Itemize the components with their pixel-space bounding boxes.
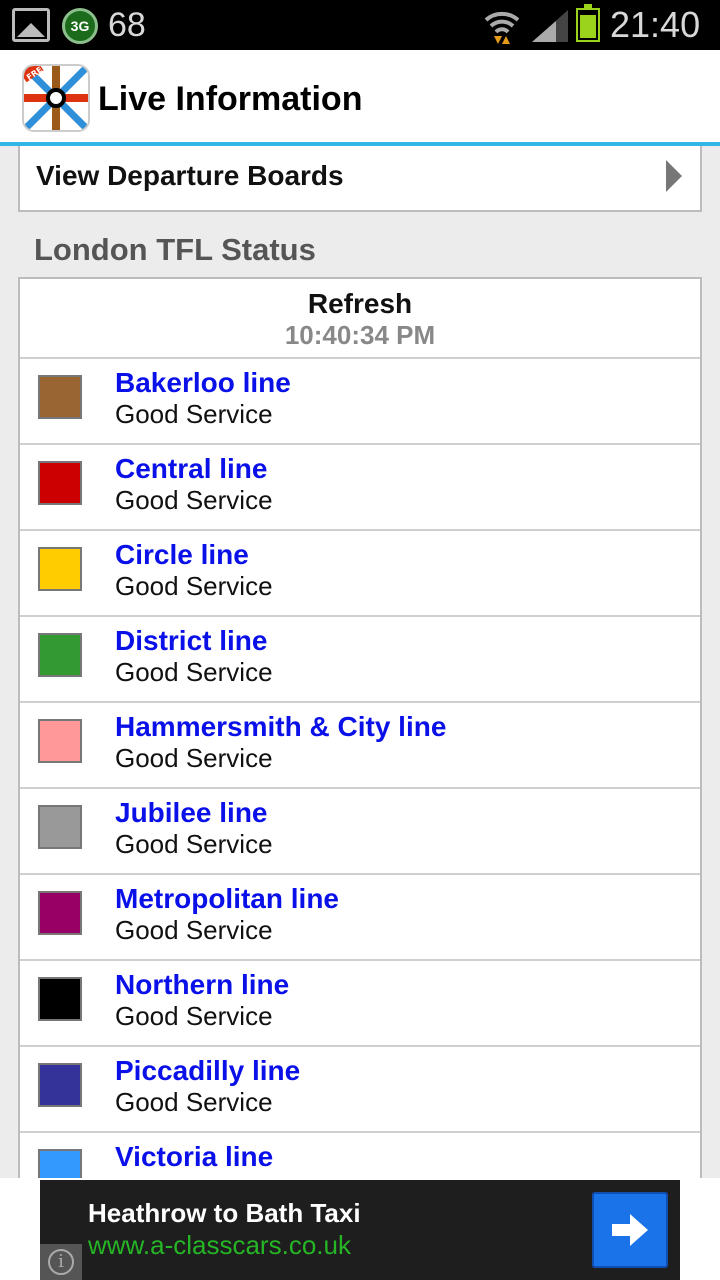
section-heading: London TFL Status <box>34 232 316 267</box>
departure-boards-button[interactable]: View Departure Boards <box>18 146 702 212</box>
line-color-swatch <box>38 547 82 591</box>
line-color-swatch <box>38 1063 82 1107</box>
picture-icon <box>12 8 50 42</box>
line-name-link[interactable]: Central line <box>115 453 267 485</box>
line-status: Good Service <box>115 743 273 773</box>
line-row[interactable]: Central line Good Service <box>20 445 700 531</box>
line-status: Good Service <box>115 571 273 601</box>
line-name-link[interactable]: Circle line <box>115 539 249 571</box>
ad-url: www.a-classcars.co.uk <box>88 1230 351 1260</box>
ad-arrow-button[interactable] <box>592 1192 668 1268</box>
line-status: Good Service <box>115 915 273 945</box>
line-row[interactable]: Jubilee line Good Service <box>20 789 700 875</box>
line-color-swatch <box>38 633 82 677</box>
page-title: Live Information <box>98 80 363 118</box>
line-row[interactable]: Circle line Good Service <box>20 531 700 617</box>
refresh-label: Refresh <box>307 288 413 319</box>
ad-banner[interactable]: Heathrow to Bath Taxi www.a-classcars.co… <box>40 1180 680 1280</box>
line-name-link[interactable]: Hammersmith & City line <box>115 711 446 743</box>
refresh-button[interactable]: Refresh 10:40:34 PM <box>20 279 700 359</box>
line-color-swatch <box>38 977 82 1021</box>
line-row[interactable]: Victoria lineGood Service <box>20 1133 700 1180</box>
tfl-status-list[interactable]: Refresh 10:40:34 PM Bakerloo line Good Se… <box>18 277 702 1182</box>
line-color-swatch <box>38 375 82 419</box>
line-color-swatch <box>38 891 82 935</box>
line-list: Bakerloo line Good Service Central line Goo… <box>20 359 700 1180</box>
line-status: Good Service <box>115 1001 273 1031</box>
line-status: Good Service <box>115 657 273 687</box>
line-name-link[interactable]: Piccadilly line <box>115 1055 300 1087</box>
3g-icon: 3G <box>62 8 98 44</box>
line-status: Good Service <box>115 1087 273 1117</box>
signal-icon <box>532 10 568 42</box>
line-row[interactable]: Piccadilly line Good Service <box>20 1047 700 1133</box>
line-row[interactable]: Northern line Good Service <box>20 961 700 1047</box>
arrow-right-icon <box>612 1214 648 1246</box>
line-row[interactable]: District line Good Service <box>20 617 700 703</box>
line-row[interactable]: Metropolitan line Good Service <box>20 875 700 961</box>
app-logo-icon[interactable]: FREE <box>24 66 88 130</box>
chevron-right-icon <box>666 160 682 192</box>
line-color-swatch <box>38 719 82 763</box>
line-status: Good Service <box>115 485 273 515</box>
line-name-link[interactable]: Jubilee line <box>115 797 268 829</box>
ad-info-icon[interactable]: i <box>40 1244 82 1280</box>
battery-icon <box>576 4 600 42</box>
line-row[interactable]: Hammersmith & City line Good Service <box>20 703 700 789</box>
line-name-link[interactable]: Bakerloo line <box>115 367 291 399</box>
line-color-swatch <box>38 461 82 505</box>
line-name-link[interactable]: Northern line <box>115 969 289 1001</box>
refresh-timestamp: 10:40:34 PM <box>284 320 436 350</box>
line-row[interactable]: Bakerloo line Good Service <box>20 359 700 445</box>
departure-boards-label: View Departure Boards <box>36 160 344 191</box>
line-color-swatch <box>38 805 82 849</box>
line-name-link[interactable]: Victoria line <box>115 1141 273 1173</box>
clock: 21:40 <box>610 4 701 45</box>
action-bar: FREE Live Information <box>0 50 720 146</box>
line-name-link[interactable]: Metropolitan line <box>115 883 339 915</box>
line-status: Good Service <box>115 829 273 859</box>
line-status: Good Service <box>115 399 273 429</box>
notification-count: 68 <box>108 6 146 44</box>
line-name-link[interactable]: District line <box>115 625 267 657</box>
wifi-icon <box>484 11 520 44</box>
ad-title: Heathrow to Bath Taxi <box>88 1198 361 1228</box>
status-bar: 3G 68 21:40 <box>0 0 720 50</box>
